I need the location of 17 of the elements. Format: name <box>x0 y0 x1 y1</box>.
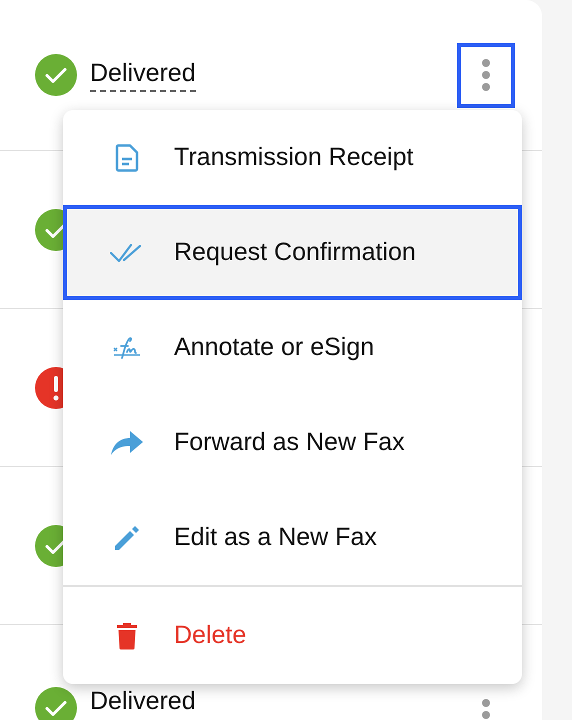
menu-item[interactable]: Annotate or eSign <box>63 300 522 395</box>
pencil-icon <box>113 524 141 552</box>
document-icon <box>115 144 139 172</box>
double-check-icon <box>110 242 144 262</box>
menu-item[interactable]: Request Confirmation <box>63 205 522 300</box>
kebab-icon <box>481 58 491 92</box>
status-label: Delivered <box>90 687 196 717</box>
forward-arrow-icon <box>110 430 144 456</box>
menu-item[interactable]: Forward as New Fax <box>63 395 522 490</box>
trash-icon <box>116 622 138 650</box>
menu-item[interactable]: Edit as a New Fax <box>63 490 522 585</box>
check-circle-icon <box>35 54 77 96</box>
status-label: Delivered <box>90 58 196 92</box>
menu-item[interactable]: Delete <box>63 587 522 684</box>
menu-item[interactable]: Transmission Receipt <box>63 110 522 205</box>
more-options-button[interactable] <box>457 42 515 108</box>
signature-icon <box>113 336 141 360</box>
